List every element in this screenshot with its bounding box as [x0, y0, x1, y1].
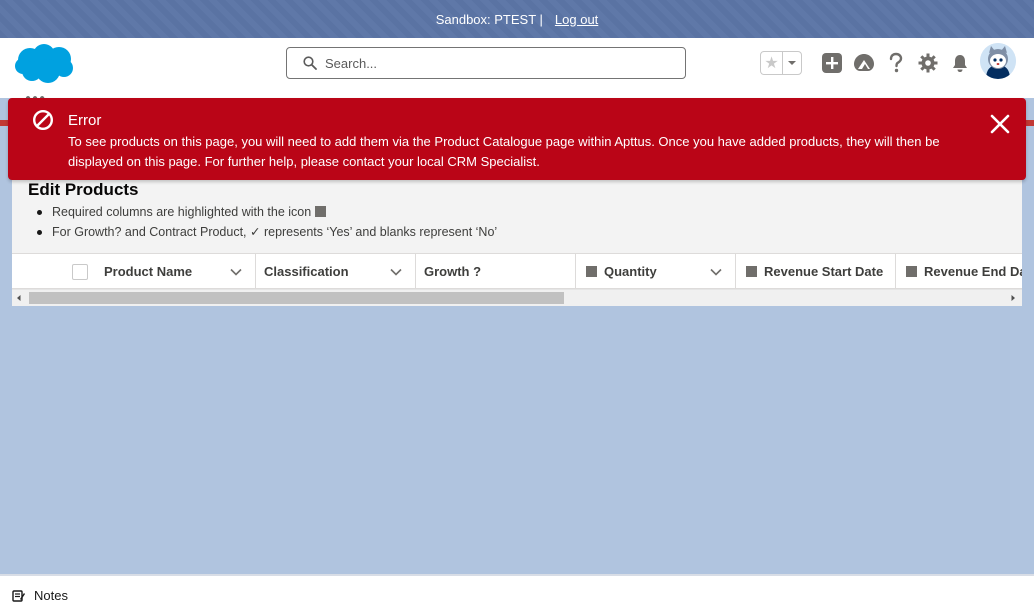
logout-link[interactable]: Log out: [555, 12, 598, 27]
global-actions-button[interactable]: [816, 50, 848, 76]
trailhead-button[interactable]: [848, 50, 880, 76]
required-square-icon: [746, 265, 757, 277]
header-actions: ★: [760, 50, 976, 76]
chevron-down-icon[interactable]: [709, 265, 723, 279]
chevron-down-icon[interactable]: [229, 265, 243, 279]
error-ban-icon: [32, 109, 54, 131]
favorites-star-icon[interactable]: ★: [761, 52, 783, 74]
favorites-group: ★: [760, 51, 802, 75]
setup-button[interactable]: [912, 50, 944, 76]
chevron-down-icon[interactable]: [389, 265, 403, 279]
global-search[interactable]: [286, 47, 686, 79]
avatar[interactable]: [980, 43, 1016, 79]
sandbox-label: Sandbox: PTEST |: [435, 11, 543, 27]
column-label: Revenue Start Date: [764, 263, 884, 279]
column-header-growth[interactable]: Growth ?: [416, 254, 576, 288]
instructions-list: Required columns are highlighted with th…: [32, 202, 497, 242]
chevron-down-icon: [788, 61, 796, 65]
column-label: Revenue End Da: [924, 263, 1022, 279]
instruction-required-columns: Required columns are highlighted with th…: [32, 202, 497, 222]
utility-notes-label: Notes: [34, 588, 68, 603]
scroll-left-arrow-icon[interactable]: [14, 293, 24, 303]
notes-icon: [12, 590, 25, 602]
global-header: ●●● ★: [0, 38, 1034, 104]
column-header-revenue-start-date[interactable]: Revenue Start Date: [736, 254, 896, 288]
column-label: Quantity: [604, 263, 657, 279]
edit-products-card: Edit Products Required columns are highl…: [12, 180, 1022, 306]
column-label: Classification: [264, 263, 349, 279]
close-icon[interactable]: [988, 112, 1012, 136]
column-header-product-name[interactable]: Product Name: [104, 254, 256, 288]
scrollbar-thumb[interactable]: [29, 292, 564, 304]
required-square-icon: [906, 265, 917, 277]
salesforce-cloud-logo[interactable]: [14, 43, 76, 85]
help-button[interactable]: [880, 50, 912, 76]
select-all-checkbox[interactable]: [72, 264, 88, 280]
sandbox-banner: Sandbox: PTEST | Log out: [0, 0, 1034, 38]
required-square-icon: [315, 206, 327, 217]
gear-icon: [918, 53, 938, 73]
trailhead-icon: [854, 54, 874, 71]
search-input[interactable]: [325, 55, 665, 71]
card-title: Edit Products: [28, 180, 139, 199]
toast-title: Error: [68, 112, 102, 129]
column-header-classification[interactable]: Classification: [256, 254, 416, 288]
instruction-text: Required columns are highlighted with th…: [52, 205, 312, 219]
column-label: Growth ?: [424, 263, 482, 279]
global-actions-plus-icon: [822, 53, 842, 73]
products-table-header: Product Name Classification Growth ? Qua…: [12, 253, 1022, 289]
notifications-button[interactable]: [944, 50, 976, 76]
scroll-right-arrow-icon[interactable]: [1008, 293, 1018, 303]
error-toast: Error To see products on this page, you …: [8, 98, 1026, 180]
favorites-dropdown[interactable]: [783, 52, 801, 74]
required-square-icon: [586, 265, 597, 277]
instruction-growth-contract: For Growth? and Contract Product, ✓ repr…: [32, 222, 497, 242]
utility-bar: Notes: [0, 574, 1034, 614]
instruction-text: For Growth? and Contract Product, ✓ repr…: [52, 225, 498, 239]
column-header-revenue-end-date[interactable]: Revenue End Da: [896, 254, 1022, 288]
search-icon: [303, 56, 317, 70]
horizontal-scrollbar[interactable]: [12, 289, 1022, 306]
column-label: Product Name: [104, 263, 193, 279]
help-icon: [889, 52, 903, 73]
toast-message: To see products on this page, you will n…: [68, 134, 940, 169]
astro-avatar-icon: [980, 43, 1016, 79]
utility-notes[interactable]: Notes: [12, 588, 68, 603]
bell-icon: [953, 55, 967, 72]
column-header-quantity[interactable]: Quantity: [576, 254, 736, 288]
